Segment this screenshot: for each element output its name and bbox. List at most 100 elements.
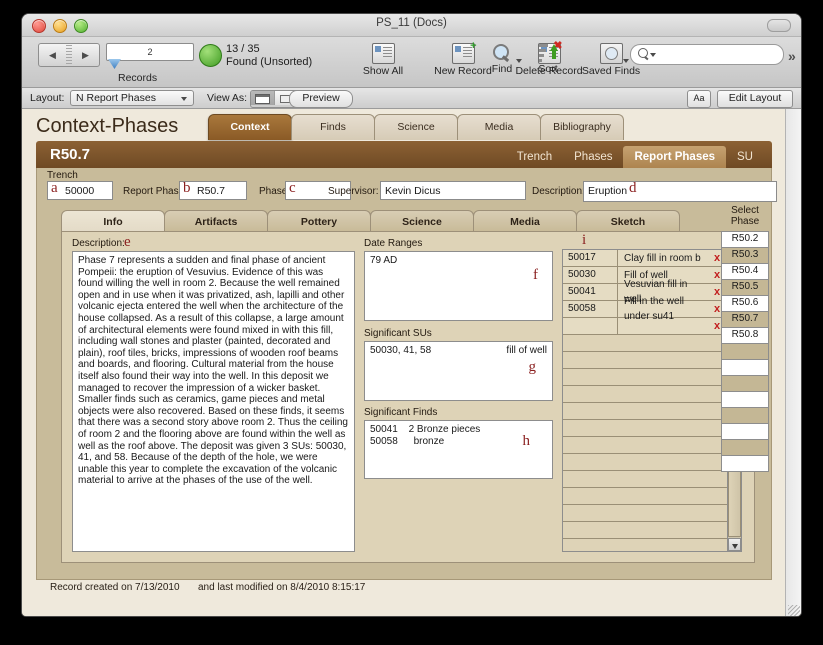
- sort-button[interactable]: Sort: [526, 43, 570, 75]
- toolbar-overflow-button[interactable]: »: [788, 48, 796, 64]
- list-item[interactable]: R50.3: [722, 248, 768, 264]
- search-input[interactable]: [630, 44, 784, 65]
- subtab-trench[interactable]: Trench: [506, 146, 563, 168]
- subtab-su[interactable]: SU: [726, 146, 764, 168]
- next-record-icon[interactable]: ▶: [72, 50, 99, 61]
- magnifier-handle: [502, 55, 510, 62]
- list-item[interactable]: [722, 392, 768, 408]
- tab-finds[interactable]: Finds: [291, 114, 375, 140]
- inner-tab-artifacts[interactable]: Artifacts: [164, 210, 268, 233]
- edit-layout-button[interactable]: Edit Layout: [717, 90, 793, 108]
- select-phase-list[interactable]: R50.2 R50.3 R50.4 R50.5 R50.6 R50.7 R50.…: [721, 231, 769, 472]
- toolbar-toggle-button[interactable]: [767, 19, 791, 32]
- significant-sus-value: 50030, 41, 58: [370, 345, 432, 356]
- list-item[interactable]: [722, 456, 768, 471]
- window-scrollbar[interactable]: [785, 109, 801, 616]
- table-row[interactable]: [563, 352, 728, 369]
- list-item[interactable]: R50.7: [722, 312, 768, 328]
- portal-scroll-down-button[interactable]: [728, 538, 741, 551]
- description-input[interactable]: Eruption: [583, 181, 777, 202]
- tab-media[interactable]: Media: [457, 114, 541, 140]
- table-row[interactable]: [563, 505, 728, 522]
- table-row[interactable]: [563, 335, 728, 352]
- related-su-portal[interactable]: 50017 Clay fill in room b x 50030 Fill o…: [562, 249, 742, 552]
- list-item[interactable]: R50.8: [722, 328, 768, 344]
- supervisor-input[interactable]: Kevin Dicus: [380, 181, 526, 200]
- chevron-down-icon: [181, 97, 187, 101]
- resize-grip-icon[interactable]: [788, 605, 800, 616]
- record-slider-handle[interactable]: [108, 59, 121, 69]
- window-titlebar: PS_11 (Docs): [22, 14, 801, 37]
- content-area: Context-Phases Context Finds Science Med…: [22, 109, 801, 616]
- text-format-button[interactable]: Aa: [687, 90, 711, 108]
- table-row[interactable]: [563, 539, 728, 551]
- inner-tab-media[interactable]: Media: [473, 210, 577, 233]
- table-row[interactable]: [563, 522, 728, 539]
- su-id: 50030: [563, 267, 618, 283]
- significant-finds-label: Significant Finds: [364, 407, 438, 418]
- table-row[interactable]: [563, 471, 728, 488]
- screen-root: PS_11 (Docs) ◀ ▶ 2 Records 13 / 35 Found…: [0, 0, 823, 645]
- table-row[interactable]: [563, 369, 728, 386]
- list-item[interactable]: R50.5: [722, 280, 768, 296]
- previous-record-icon[interactable]: ◀: [39, 50, 66, 61]
- show-all-button[interactable]: Show All: [350, 43, 416, 77]
- subtab-phases[interactable]: Phases: [563, 146, 623, 168]
- table-row[interactable]: [563, 403, 728, 420]
- date-ranges-field[interactable]: 79 AD f: [364, 251, 553, 321]
- list-item[interactable]: [722, 360, 768, 376]
- significant-sus-field[interactable]: 50030, 41, 58 fill of well g: [364, 341, 553, 401]
- tab-science[interactable]: Science: [374, 114, 458, 140]
- layout-label: Layout:: [30, 92, 65, 104]
- significant-finds-field[interactable]: 50041 2 Bronze pieces 50058 bronze h: [364, 420, 553, 479]
- find-desc: 2 Bronze pieces: [408, 424, 481, 435]
- inner-tab-info[interactable]: Info: [61, 210, 165, 233]
- su-id: 50017: [563, 250, 618, 266]
- marker-d: d: [629, 180, 637, 196]
- table-row[interactable]: [563, 454, 728, 471]
- tab-context[interactable]: Context: [208, 114, 292, 140]
- page-header: Context-Phases Context Finds Science Med…: [30, 113, 782, 143]
- select-phase-panel: Select Phase R50.2 R50.3 R50.4 R50.5 R50…: [721, 205, 769, 472]
- list-item[interactable]: [722, 344, 768, 360]
- search-icon-handle: [644, 56, 649, 60]
- find-dropdown-icon[interactable]: [516, 59, 522, 63]
- table-row[interactable]: [563, 437, 728, 454]
- found-count-line2: Found (Unsorted): [226, 56, 313, 68]
- layout-select[interactable]: N Report Phases: [70, 90, 194, 106]
- saved-finds-dropdown-icon[interactable]: [623, 59, 629, 63]
- application-window: PS_11 (Docs) ◀ ▶ 2 Records 13 / 35 Found…: [22, 14, 801, 616]
- table-row[interactable]: [563, 420, 728, 437]
- record-navigation[interactable]: ◀ ▶: [38, 43, 100, 67]
- table-row[interactable]: 50058 Fill in the well under su41 x: [563, 296, 728, 322]
- inner-tab-sketch[interactable]: Sketch: [576, 210, 680, 233]
- subtab-report-phases[interactable]: Report Phases: [623, 146, 727, 168]
- table-row[interactable]: [563, 386, 728, 403]
- main-toolbar: ◀ ▶ 2 Records 13 / 35 Found (Unsorted) S…: [22, 37, 801, 88]
- list-item[interactable]: [722, 376, 768, 392]
- list-item[interactable]: [722, 424, 768, 440]
- found-set-pie-icon: [199, 44, 222, 67]
- list-item[interactable]: [722, 408, 768, 424]
- preview-button[interactable]: Preview: [289, 90, 353, 108]
- description-textarea[interactable]: Phase 7 represents a sudden and final ph…: [72, 251, 355, 552]
- inner-tab-science[interactable]: Science: [370, 210, 474, 233]
- find-icon: [491, 43, 513, 62]
- su-id: [563, 318, 618, 334]
- view-as-form-button[interactable]: [251, 91, 275, 105]
- table-row[interactable]: [563, 488, 728, 505]
- inner-tab-body: Description: e Phase 7 represents a sudd…: [61, 231, 755, 563]
- table-row[interactable]: 50017 Clay fill in room b x: [563, 250, 728, 267]
- description-field-label: Description:: [72, 238, 125, 249]
- list-item[interactable]: R50.6: [722, 296, 768, 312]
- layout-bar: Layout: N Report Phases View As: Preview…: [22, 88, 801, 109]
- inner-tab-pottery[interactable]: Pottery: [267, 210, 371, 233]
- list-item[interactable]: [722, 440, 768, 456]
- list-item[interactable]: R50.2: [722, 232, 768, 248]
- search-dropdown-icon[interactable]: [650, 53, 656, 57]
- tab-bibliography[interactable]: Bibliography: [540, 114, 624, 140]
- list-item[interactable]: R50.4: [722, 264, 768, 280]
- view-as-label: View As:: [207, 92, 248, 104]
- record-number-input[interactable]: 2: [106, 43, 194, 61]
- su-desc: Clay fill in room b: [624, 252, 701, 264]
